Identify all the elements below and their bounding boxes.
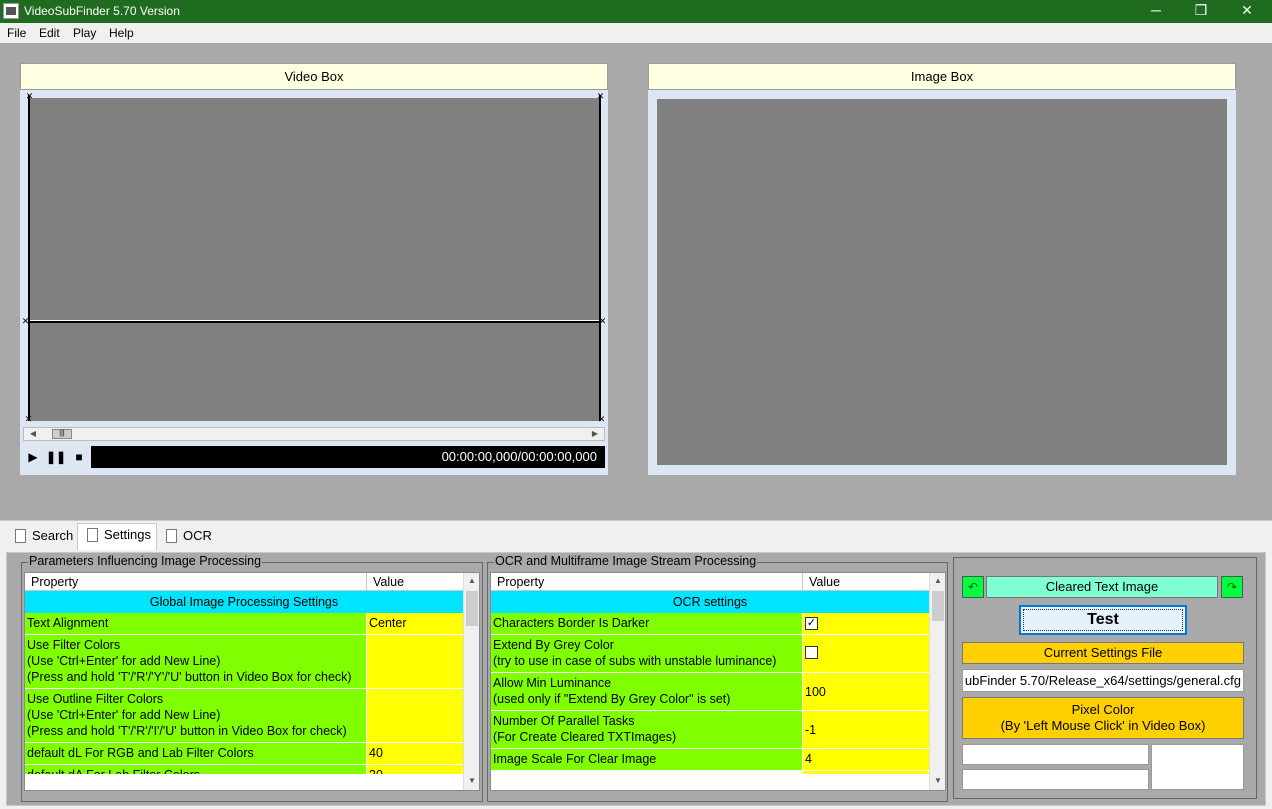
menu-file[interactable]: File (7, 26, 26, 40)
crop-marker-bottom-left[interactable]: ✕ (24, 415, 33, 424)
cleared-text-image-label: Cleared Text Image (986, 576, 1218, 598)
minimize-button[interactable]: ─ (1133, 0, 1179, 23)
settings-panel: Parameters Influencing Image Processing … (6, 552, 1266, 806)
property-allow-min-luminance: Allow Min Luminance (used only if "Exten… (491, 673, 803, 711)
ocr-grid: Property Value OCR settings Characters B… (490, 572, 946, 791)
tab-ocr[interactable]: OCR (157, 525, 215, 548)
value-text-alignment[interactable]: Center (367, 613, 463, 635)
crop-line-left[interactable] (28, 95, 30, 421)
video-position-scrollbar[interactable]: ◀ ||| ▶ (23, 427, 605, 441)
playback-controls: ▶ ❚❚ ■ 00:00:00,000/00:00:00,000 (23, 446, 605, 468)
app-icon (3, 3, 19, 19)
scroll-thumb[interactable] (466, 591, 478, 626)
property-characters-border-darker: Characters Border Is Darker (491, 613, 803, 635)
test-panel: ↶ Cleared Text Image ↷ Test Current Sett… (953, 557, 1257, 799)
checkbox-characters-border-darker[interactable]: ✓ (805, 617, 818, 630)
tab-settings[interactable]: Settings (77, 523, 157, 550)
pixel-color-lab-field[interactable] (962, 769, 1149, 790)
scroll-down-arrow[interactable]: ▼ (930, 773, 945, 789)
restore-button[interactable]: ❐ (1178, 0, 1224, 23)
stop-icon[interactable]: ■ (70, 448, 88, 466)
property-default-dl: default dL For RGB and Lab Filter Colors (25, 743, 367, 765)
document-icon (166, 529, 177, 543)
video-screen[interactable] (28, 98, 601, 421)
document-icon (15, 529, 26, 543)
grid-header: Property Value (25, 573, 463, 591)
image-box (648, 90, 1236, 475)
section-header-global-image-processing: Global Image Processing Settings (25, 591, 463, 613)
property-image-scale-for-clear-image: Image Scale For Clear Image (491, 749, 803, 771)
scroll-left-arrow[interactable]: ◀ (26, 428, 40, 440)
close-button[interactable]: ✕ (1224, 0, 1270, 23)
video-box-title: Video Box (20, 63, 608, 90)
menu-edit[interactable]: Edit (39, 26, 60, 40)
crop-marker-top-right[interactable]: ✕ (596, 92, 605, 101)
column-header-property[interactable]: Property (25, 573, 367, 591)
video-box: ✕ ✕ ✕ ✕ ✕ ✕ (20, 90, 608, 475)
value-number-of-parallel-tasks[interactable]: -1 (803, 711, 929, 749)
value-use-filter-colors[interactable] (367, 635, 463, 689)
grid-footer (25, 774, 463, 790)
menu-bar: File Edit Play Help (0, 23, 1272, 43)
undo-icon[interactable]: ↶ (962, 576, 984, 598)
play-icon[interactable]: ▶ (24, 448, 42, 466)
value-cell-edge (803, 771, 929, 774)
tab-search[interactable]: Search (6, 525, 78, 548)
checkbox-extend-by-grey-color[interactable] (805, 646, 818, 659)
ocr-group-title: OCR and Multiframe Image Stream Processi… (494, 554, 758, 568)
pixel-color-rgb-field[interactable] (962, 744, 1149, 765)
value-characters-border-darker[interactable]: ✓ (803, 613, 929, 635)
pause-icon[interactable]: ❚❚ (46, 448, 66, 466)
property-text-alignment: Text Alignment (25, 613, 367, 635)
test-button[interactable]: Test (1019, 605, 1187, 635)
image-processing-grid: Property Value Global Image Processing S… (24, 572, 480, 791)
value-default-dl[interactable]: 40 (367, 743, 463, 765)
redo-icon[interactable]: ↷ (1221, 576, 1243, 598)
crop-marker-mid-right[interactable]: ✕ (598, 317, 607, 326)
grid-header: Property Value (491, 573, 929, 591)
settings-area: Search Settings OCR Parameters Influenci… (0, 520, 1272, 809)
menu-help[interactable]: Help (109, 26, 134, 40)
crop-line-right[interactable] (599, 95, 601, 421)
ocr-scrollbar[interactable]: ▲ ▼ (929, 573, 945, 790)
column-header-value[interactable]: Value (367, 573, 463, 591)
crop-line-horizontal[interactable] (28, 320, 601, 323)
scroll-right-arrow[interactable]: ▶ (588, 428, 602, 440)
grid-footer (491, 774, 929, 790)
value-use-outline-filter-colors[interactable] (367, 689, 463, 743)
property-extend-by-grey-color: Extend By Grey Color (try to use in case… (491, 635, 803, 673)
window-title: VideoSubFinder 5.70 Version (24, 4, 180, 18)
scroll-up-arrow[interactable]: ▲ (930, 573, 945, 589)
document-icon (87, 528, 98, 542)
property-use-outline-filter-colors: Use Outline Filter Colors (Use 'Ctrl+Ent… (25, 689, 367, 743)
scroll-thumb[interactable] (932, 591, 944, 621)
menu-play[interactable]: Play (73, 26, 96, 40)
image-processing-group-title: Parameters Influencing Image Processing (28, 554, 263, 568)
value-extend-by-grey-color[interactable] (803, 635, 929, 673)
image-processing-scrollbar[interactable]: ▲ ▼ (463, 573, 479, 790)
crop-marker-bottom-right[interactable]: ✕ (597, 415, 606, 424)
crop-marker-top-left[interactable]: ✕ (25, 92, 34, 101)
title-bar: VideoSubFinder 5.70 Version ─ ❐ ✕ (0, 0, 1272, 23)
column-header-property[interactable]: Property (491, 573, 803, 591)
value-image-scale-for-clear-image[interactable]: 4 (803, 749, 929, 771)
pixel-color-button[interactable]: Pixel Color (By 'Left Mouse Click' in Vi… (962, 697, 1244, 739)
column-header-value[interactable]: Value (803, 573, 929, 591)
property-number-of-parallel-tasks: Number Of Parallel Tasks (For Create Cle… (491, 711, 803, 749)
current-settings-file-button[interactable]: Current Settings File (962, 642, 1244, 664)
image-processing-group: Parameters Influencing Image Processing … (21, 554, 483, 802)
ocr-group: OCR and Multiframe Image Stream Processi… (487, 554, 948, 802)
settings-file-path-field[interactable]: ubFinder 5.70/Release_x64/settings/gener… (962, 669, 1244, 692)
scroll-up-arrow[interactable]: ▲ (464, 573, 479, 589)
scroll-down-arrow[interactable]: ▼ (464, 773, 479, 789)
image-box-title: Image Box (648, 63, 1236, 90)
property-use-filter-colors: Use Filter Colors (Use 'Ctrl+Enter' for … (25, 635, 367, 689)
timecode-display: 00:00:00,000/00:00:00,000 (91, 446, 605, 468)
section-header-ocr-settings: OCR settings (491, 591, 929, 613)
crop-marker-mid-left[interactable]: ✕ (21, 317, 30, 326)
pixel-color-preview (1151, 744, 1244, 790)
video-position-thumb[interactable]: ||| (52, 429, 72, 439)
value-allow-min-luminance[interactable]: 100 (803, 673, 929, 711)
image-screen (657, 99, 1227, 465)
